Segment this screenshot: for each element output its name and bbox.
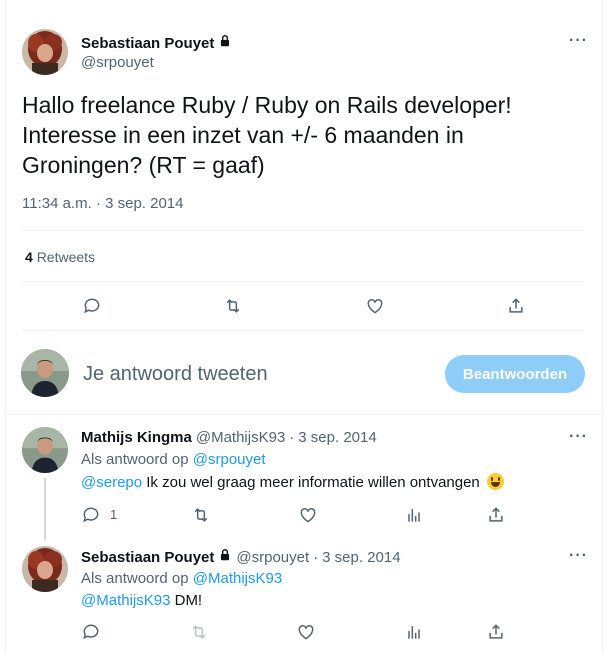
divider	[6, 414, 602, 415]
reply-avatar[interactable]	[22, 546, 68, 592]
reply-avatar[interactable]	[22, 427, 68, 473]
reply-context-prefix: Als antwoord op	[81, 451, 189, 468]
reply-icon[interactable]	[80, 621, 102, 643]
author-name-text[interactable]: Sebastiaan Pouyet	[81, 35, 214, 52]
author-avatar[interactable]	[22, 29, 68, 75]
separator: ·	[289, 429, 295, 446]
thread-connector	[44, 478, 46, 540]
more-icon[interactable]: ···	[569, 547, 588, 565]
divider	[22, 330, 584, 331]
views-icon[interactable]	[403, 504, 425, 526]
lock-icon	[218, 34, 232, 52]
share-icon[interactable]	[485, 621, 507, 643]
retweet-count[interactable]: 4 Retweets	[25, 249, 95, 265]
reply-input[interactable]: Je antwoord tweeten	[83, 363, 268, 386]
reply-context-link[interactable]: @srpouyet	[193, 451, 266, 468]
reply-header: Mathijs Kingma @MathijsK93 · 3 sep. 2014	[81, 429, 377, 446]
reply-context: Als antwoord op @srpouyet	[81, 451, 266, 468]
smiley-emoji	[486, 473, 504, 490]
like-icon[interactable]	[364, 295, 386, 317]
author-name[interactable]: Sebastiaan Pouyet	[81, 34, 232, 52]
mention-link[interactable]: @MathijsK93	[81, 592, 170, 609]
retweet-icon[interactable]	[188, 621, 210, 643]
reply-author-name[interactable]: Sebastiaan Pouyet	[81, 549, 214, 566]
reply-header: Sebastiaan Pouyet @srpouyet · 3 sep. 201…	[81, 548, 401, 566]
more-icon[interactable]: ···	[569, 32, 588, 50]
reply-count: 1	[110, 507, 118, 522]
like-icon[interactable]	[295, 621, 317, 643]
views-icon[interactable]	[403, 621, 425, 643]
reply-context: Als antwoord op @MathijsK93	[81, 570, 282, 587]
reply-text-body: Ik zou wel graag meer informatie willen …	[146, 474, 480, 491]
retweet-icon[interactable]	[190, 504, 212, 526]
author-handle[interactable]: @srpouyet	[81, 54, 154, 71]
retweet-count-value: 4	[25, 249, 33, 265]
divider	[22, 281, 584, 282]
share-icon[interactable]	[505, 295, 527, 317]
reply-button[interactable]: Beantwoorden	[445, 355, 585, 393]
separator: ·	[313, 548, 319, 566]
reply-text: @MathijsK93 DM!	[81, 592, 202, 609]
reply-icon[interactable]	[81, 295, 103, 317]
reply-text-body: DM!	[174, 592, 203, 609]
tweet-text: Hallo freelance Ruby / Ruby on Rails dev…	[22, 92, 512, 178]
retweet-count-label: Retweets	[36, 249, 96, 265]
retweet-icon[interactable]	[222, 295, 244, 317]
user-avatar[interactable]	[21, 349, 69, 397]
reply-author-handle[interactable]: @MathijsK93	[196, 429, 285, 446]
reply-context-prefix: Als antwoord op	[81, 570, 189, 587]
divider	[22, 230, 584, 231]
more-icon[interactable]: ···	[569, 428, 588, 446]
tweet-timestamp[interactable]: 11:34 a.m. · 3 sep. 2014	[22, 195, 184, 212]
lock-icon	[218, 548, 232, 566]
reply-author-name[interactable]: Mathijs Kingma	[81, 429, 192, 446]
like-icon[interactable]	[297, 504, 319, 526]
reply-icon[interactable]	[80, 504, 102, 526]
reply-date[interactable]: 3 sep. 2014	[322, 549, 400, 566]
reply-author-handle[interactable]: @srpouyet	[236, 549, 309, 566]
share-icon[interactable]	[485, 504, 507, 526]
reply-text: @serepo Ik zou wel graag meer informatie…	[81, 473, 504, 491]
reply-date[interactable]: 3 sep. 2014	[298, 429, 376, 446]
reply-context-link[interactable]: @MathijsK93	[193, 570, 282, 587]
mention-link[interactable]: @serepo	[81, 474, 142, 491]
